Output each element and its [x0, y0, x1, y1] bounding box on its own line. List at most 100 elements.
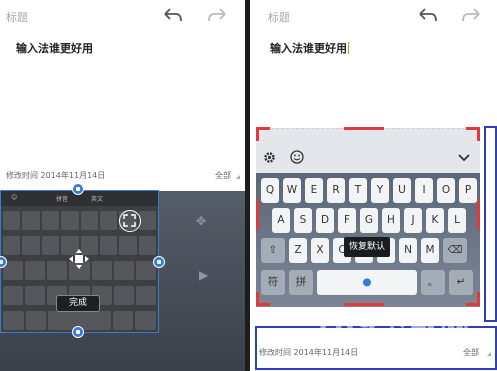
mic-icon[interactable]: ●	[317, 270, 417, 295]
move-icon[interactable]	[68, 248, 90, 270]
gear-icon[interactable]	[263, 151, 276, 164]
kb-key	[91, 261, 112, 280]
annotation-box-side	[484, 126, 497, 322]
resize-marker-bottom-right-v	[477, 292, 480, 306]
key-p[interactable]: P	[459, 178, 477, 203]
kb-key	[119, 236, 137, 255]
kb-key	[47, 261, 68, 280]
kb-key	[112, 311, 134, 330]
key-m[interactable]: M	[421, 238, 439, 263]
resize-marker-left-mid	[256, 200, 259, 230]
kb-key	[138, 211, 156, 230]
key-s[interactable]: S	[294, 208, 312, 233]
key-row-2: A S D F G H J K L	[272, 208, 466, 233]
kb-key	[22, 236, 40, 255]
key-enter[interactable]: ↵	[449, 270, 473, 295]
kb-key	[3, 311, 24, 330]
undo-icon[interactable]	[418, 8, 438, 22]
resize-marker-top-left-v	[256, 127, 259, 141]
shift-icon[interactable]: ⇧	[261, 238, 285, 263]
key-h[interactable]: H	[382, 208, 400, 233]
redo-icon[interactable]	[207, 8, 227, 22]
toolbar-label-english: 英文	[91, 196, 104, 203]
title-placeholder[interactable]: 标题	[6, 9, 28, 25]
key-row-4: 符 拼 ● 。 ↵	[261, 270, 473, 295]
text-caret	[348, 42, 349, 54]
key-pinyin[interactable]: 拼	[289, 270, 313, 295]
modified-time: 修改时间 2014年11月14日	[6, 171, 106, 180]
note-body-text[interactable]: 输入法谁更好用	[16, 40, 93, 56]
left-top-bar: 标题	[0, 0, 245, 32]
kb-key	[99, 236, 118, 255]
key-o[interactable]: O	[437, 178, 455, 203]
resize-marker-top-mid	[344, 127, 384, 130]
key-g[interactable]: G	[360, 208, 378, 233]
key-period[interactable]: 。	[421, 270, 445, 295]
keyboard-keys-area: Q W E R T Y U I O P A S D F G H J K L ⇧ …	[256, 173, 480, 307]
kb-key	[41, 236, 60, 255]
key-symbols[interactable]: 符	[261, 270, 285, 295]
key-t[interactable]: T	[349, 178, 367, 203]
kb-key	[61, 211, 79, 230]
resize-icon[interactable]	[119, 210, 141, 232]
kb-key	[135, 311, 157, 330]
key-q[interactable]: Q	[261, 178, 279, 203]
corner-triangle-icon	[236, 175, 240, 179]
kb-key	[135, 286, 156, 305]
kb-key	[113, 286, 134, 305]
key-k[interactable]: K	[426, 208, 444, 233]
title-placeholder[interactable]: 标题	[268, 9, 290, 25]
play-right-icon: ▶	[199, 268, 209, 282]
kb-key	[25, 286, 46, 305]
site-watermark-url: 189d.com	[370, 336, 434, 345]
smile-icon[interactable]	[290, 150, 304, 164]
backspace-icon[interactable]: ⌫	[443, 238, 467, 263]
toolbar-label-pinyin: 拼音	[56, 196, 69, 203]
modified-time: 修改时间 2014年11月14日	[259, 348, 359, 357]
kb-key	[25, 311, 47, 330]
redo-icon[interactable]	[461, 8, 481, 22]
undo-icon[interactable]	[163, 8, 183, 22]
key-y[interactable]: Y	[371, 178, 389, 203]
done-button[interactable]: 完成	[56, 295, 100, 312]
key-i[interactable]: I	[415, 178, 433, 203]
kb-key	[99, 211, 118, 230]
kb-key	[25, 261, 46, 280]
resize-marker-top-right-v	[477, 127, 480, 141]
keyboard-preview[interactable]: Q W E R T Y U I O P A S D F G H J K L ⇧ …	[256, 128, 480, 307]
resize-marker-right-mid	[477, 200, 480, 230]
note-body-content: 输入法谁更好用	[270, 42, 347, 55]
kb-key	[22, 211, 40, 230]
resize-handle-top[interactable]	[72, 183, 84, 195]
kb-key	[138, 236, 156, 255]
key-w[interactable]: W	[283, 178, 301, 203]
key-j[interactable]: J	[404, 208, 422, 233]
key-x[interactable]: X	[311, 238, 329, 263]
note-meta-row: 修改时间 2014年11月14日 全部	[0, 166, 245, 184]
emoji-icon: ☺	[11, 194, 18, 201]
key-a[interactable]: A	[272, 208, 290, 233]
right-top-bar: 标题	[250, 0, 497, 32]
resize-handle-right[interactable]	[153, 256, 165, 268]
key-l[interactable]: L	[448, 208, 466, 233]
key-f[interactable]: F	[338, 208, 356, 233]
note-body-text[interactable]: 输入法谁更好用	[270, 40, 349, 56]
key-d[interactable]: D	[316, 208, 334, 233]
chevron-down-icon[interactable]	[458, 154, 470, 162]
resize-marker-bottom-left	[256, 303, 270, 306]
corner-triangle-icon	[487, 352, 491, 356]
left-screenshot-panel: 标题 输入法谁更好用 修改时间 2014年11月14日 全部 ✥ ▶ ☺ 拼音 …	[0, 0, 245, 371]
key-r[interactable]: R	[327, 178, 345, 203]
key-u[interactable]: U	[393, 178, 411, 203]
keyboard-top-toolbar	[256, 129, 480, 173]
key-e[interactable]: E	[305, 178, 323, 203]
kb-key	[113, 261, 134, 280]
key-row-1: Q W E R T Y U I O P	[261, 178, 477, 203]
resize-handle-bottom[interactable]	[72, 326, 84, 338]
note-meta-row: 修改时间 2014年11月14日 全部	[250, 343, 497, 361]
category-all[interactable]: 全部	[463, 347, 479, 358]
key-z[interactable]: Z	[289, 238, 307, 263]
restore-default-button[interactable]: 恢复默认	[344, 237, 390, 257]
category-all[interactable]: 全部	[215, 170, 231, 181]
key-n[interactable]: N	[399, 238, 417, 263]
